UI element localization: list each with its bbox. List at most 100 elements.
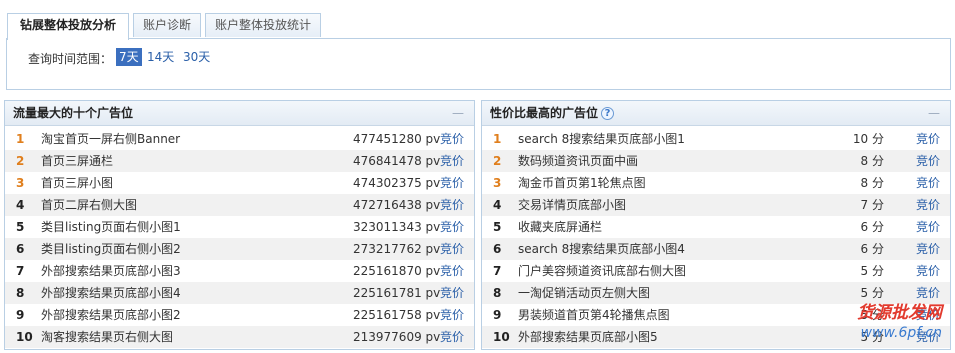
- rank-number: 5: [16, 220, 25, 234]
- pv-value: 225161758 pv: [353, 304, 440, 326]
- time-range-filter: 查询时间范围： 7天 14天 30天: [6, 38, 951, 90]
- bid-link[interactable]: 竞价: [440, 150, 464, 172]
- bid-link[interactable]: 竞价: [916, 216, 940, 238]
- bid-link[interactable]: 竞价: [440, 216, 464, 238]
- ad-slot-name: 首页三屏小图: [41, 176, 114, 190]
- collapse-icon[interactable]: —: [928, 101, 940, 126]
- ad-slot-name: 淘金币首页第1轮焦点图: [518, 176, 646, 190]
- pv-number: 273217762: [353, 242, 422, 256]
- table-row: 6 类目listing页面右侧小图2 273217762 pv 竞价: [5, 238, 474, 260]
- tab-account-statistics[interactable]: 账户整体投放统计: [205, 13, 322, 37]
- pv-number: 474302375: [353, 176, 422, 190]
- pv-unit: pv: [425, 220, 441, 234]
- tab-bar: 钻展整体投放分析 账户诊断 账户整体投放统计: [7, 13, 325, 40]
- bid-link[interactable]: 竞价: [916, 194, 940, 216]
- rank-number: 10: [493, 330, 510, 344]
- table-row: 4 首页二屏右侧大图 472716438 pv 竞价: [5, 194, 474, 216]
- pv-unit: pv: [425, 132, 441, 146]
- score-value: 5 分: [860, 330, 884, 344]
- table-row: 9 男装频道首页第4轮播焦点图 5 分 竞价: [482, 304, 950, 326]
- rank-number: 6: [493, 242, 502, 256]
- bid-link[interactable]: 竞价: [916, 304, 940, 326]
- pv-number: 476841478: [353, 154, 422, 168]
- ad-slot-name: 外部搜索结果页底部小图5: [518, 330, 658, 344]
- ad-slot-name: 外部搜索结果页底部小图4: [41, 286, 181, 300]
- range-30-days[interactable]: 30天: [180, 48, 213, 66]
- table-row: 4 交易详情页底部小图 7 分 竞价: [482, 194, 950, 216]
- ad-slot-name: 收藏夹底屏通栏: [518, 220, 603, 234]
- pv-unit: pv: [425, 330, 441, 344]
- ad-slot-name: 类目listing页面右侧小图2: [41, 242, 181, 256]
- rank-number: 2: [493, 154, 502, 168]
- rank-number: 1: [493, 132, 502, 146]
- bid-link[interactable]: 竞价: [916, 260, 940, 282]
- rank-number: 7: [16, 264, 25, 278]
- score-value: 8 分: [860, 176, 884, 190]
- bid-link[interactable]: 竞价: [440, 128, 464, 150]
- bid-link[interactable]: 竞价: [440, 282, 464, 304]
- pv-number: 472716438: [353, 198, 422, 212]
- bid-link[interactable]: 竞价: [440, 326, 464, 348]
- range-7-days[interactable]: 7天: [116, 48, 142, 66]
- pv-value: 213977609 pv: [353, 326, 440, 348]
- table-row: 1 淘宝首页一屏右侧Banner 477451280 pv 竞价: [5, 128, 474, 150]
- table-row: 1 search 8搜索结果页底部小图1 10 分 竞价: [482, 128, 950, 150]
- ad-slot-name: 外部搜索结果页底部小图2: [41, 308, 181, 322]
- bid-link[interactable]: 竞价: [916, 238, 940, 260]
- best-value-panel: 性价比最高的广告位? — 1 search 8搜索结果页底部小图1 10 分竞价 2 数…: [481, 100, 951, 350]
- rank-number: 6: [16, 242, 25, 256]
- score-value: 6 分: [860, 242, 884, 256]
- bid-link[interactable]: 竞价: [440, 304, 464, 326]
- ad-slot-name: 男装频道首页第4轮播焦点图: [518, 308, 670, 322]
- bid-link[interactable]: 竞价: [440, 238, 464, 260]
- pv-unit: pv: [425, 242, 441, 256]
- ad-slot-list: 1 search 8搜索结果页底部小图1 10 分竞价 2 数码频道资讯页面中画 8 分竞…: [482, 126, 950, 348]
- pv-unit: pv: [425, 286, 441, 300]
- rank-number: 5: [493, 220, 502, 234]
- table-row: 5 收藏夹底屏通栏 6 分 竞价: [482, 216, 950, 238]
- pv-value: 225161781 pv: [353, 282, 440, 304]
- panel-title: 性价比最高的广告位: [490, 106, 599, 120]
- rank-number: 7: [493, 264, 502, 278]
- bid-link[interactable]: 竞价: [916, 128, 940, 150]
- rank-number: 3: [493, 176, 502, 190]
- table-row: 2 首页三屏通栏 476841478 pv 竞价: [5, 150, 474, 172]
- bid-link[interactable]: 竞价: [916, 172, 940, 194]
- table-row: 3 淘金币首页第1轮焦点图 8 分 竞价: [482, 172, 950, 194]
- bid-link[interactable]: 竞价: [440, 172, 464, 194]
- bid-link[interactable]: 竞价: [916, 282, 940, 304]
- help-icon[interactable]: ?: [601, 107, 615, 120]
- rank-number: 4: [493, 198, 502, 212]
- ad-slot-name: 首页二屏右侧大图: [41, 198, 138, 212]
- range-14-days[interactable]: 14天: [144, 48, 177, 66]
- bid-link[interactable]: 竞价: [440, 260, 464, 282]
- pv-number: 323011343: [353, 220, 422, 234]
- ad-slot-name: 交易详情页底部小图: [518, 198, 627, 212]
- pv-value: 225161870 pv: [353, 260, 440, 282]
- bid-link[interactable]: 竞价: [916, 150, 940, 172]
- rank-number: 10: [16, 330, 33, 344]
- pv-number: 225161781: [353, 286, 422, 300]
- table-row: 8 一淘促销活动页左侧大图 5 分 竞价: [482, 282, 950, 304]
- tab-overall-analysis[interactable]: 钻展整体投放分析: [7, 13, 130, 40]
- rank-number: 8: [16, 286, 25, 300]
- rank-number: 4: [16, 198, 25, 212]
- rank-number: 1: [16, 132, 25, 146]
- pv-value: 474302375 pv: [353, 172, 440, 194]
- ad-slot-name: 一淘促销活动页左侧大图: [518, 286, 651, 300]
- rank-number: 8: [493, 286, 502, 300]
- panel-title: 流量最大的十个广告位: [13, 106, 134, 120]
- table-row: 7 外部搜索结果页底部小图3 225161870 pv 竞价: [5, 260, 474, 282]
- collapse-icon[interactable]: —: [452, 101, 464, 126]
- panel-header: 性价比最高的广告位? —: [482, 101, 950, 126]
- table-row: 6 search 8搜索结果页底部小图4 6 分 竞价: [482, 238, 950, 260]
- table-row: 10 外部搜索结果页底部小图5 5 分 竞价: [482, 326, 950, 348]
- tab-account-diagnosis[interactable]: 账户诊断: [133, 13, 202, 37]
- bid-link[interactable]: 竞价: [440, 194, 464, 216]
- table-row: 7 门户美容频道资讯底部右侧大图 5 分 竞价: [482, 260, 950, 282]
- score-value: 5 分: [860, 286, 884, 300]
- score-value: 6 分: [860, 220, 884, 234]
- bid-link[interactable]: 竞价: [916, 326, 940, 348]
- rank-number: 9: [493, 308, 502, 322]
- ad-slot-name: 外部搜索结果页底部小图3: [41, 264, 181, 278]
